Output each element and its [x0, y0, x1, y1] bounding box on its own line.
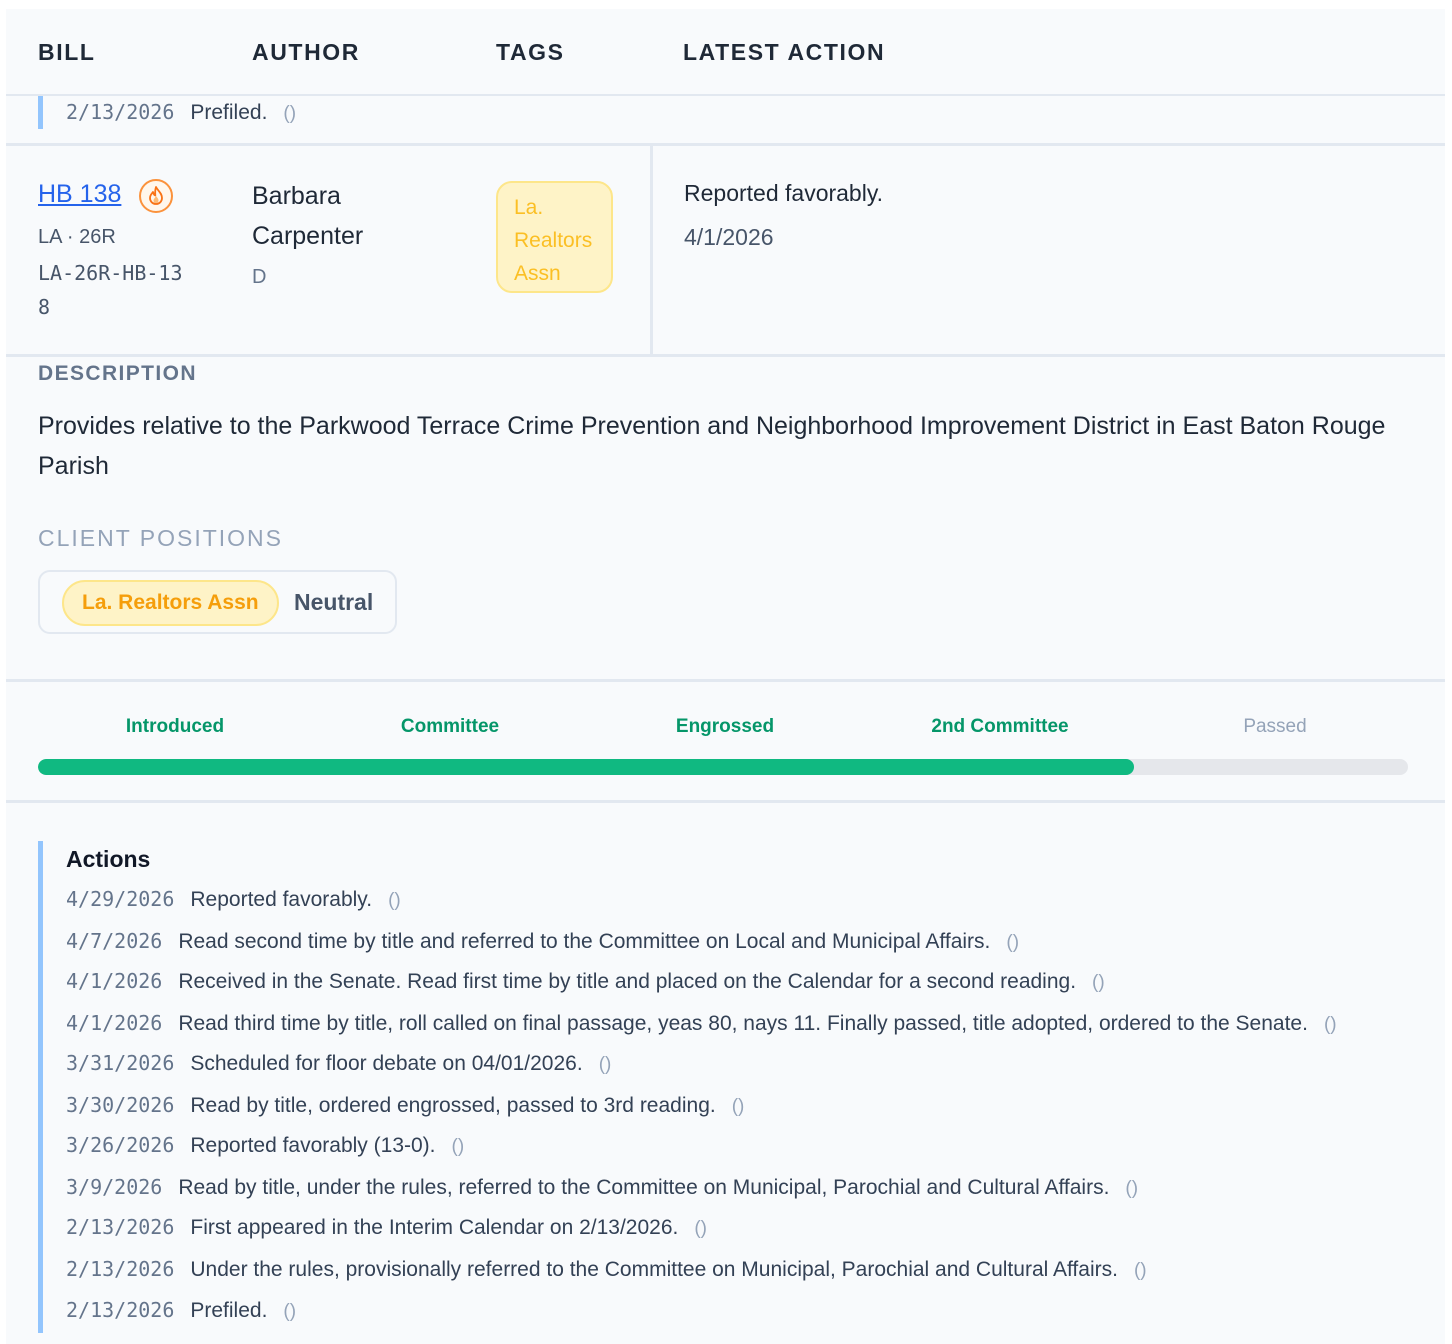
- fire-icon: [139, 179, 173, 213]
- action-source-link[interactable]: (): [1092, 972, 1105, 994]
- action-source-link[interactable]: (): [1006, 932, 1019, 954]
- bill-state-session: LA · 26R: [38, 226, 116, 248]
- action-text: Read by title, under the rules, referred…: [178, 1176, 1110, 1199]
- list-item: 4/1/2026 Received in the Senate. Read fi…: [66, 969, 1105, 994]
- latest-action-date: 4/1/2026: [684, 224, 774, 250]
- action-text: Read second time by title and referred t…: [178, 930, 991, 953]
- column-header-tags[interactable]: TAGS: [496, 39, 565, 66]
- action-source-link[interactable]: (): [1324, 1014, 1337, 1036]
- action-source-link[interactable]: (): [599, 1054, 612, 1076]
- column-header-bill[interactable]: BILL: [38, 39, 96, 66]
- action-date: 3/30/2026: [66, 1093, 175, 1117]
- previous-row-action: 2/13/2026 Prefiled. (): [6, 96, 1445, 146]
- list-item: 3/26/2026 Reported favorably (13-0). (): [66, 1133, 464, 1158]
- stage-committee: Committee: [400, 716, 500, 737]
- stage-second-committee: 2nd Committee: [931, 716, 1069, 737]
- action-text: Scheduled for floor debate on 04/01/2026…: [190, 1052, 583, 1075]
- bill-detail-panel: BILL AUTHOR TAGS LATEST ACTION 2/13/2026…: [6, 9, 1445, 1344]
- list-item: 4/1/2026 Read third time by title, roll …: [66, 1011, 1337, 1036]
- action-date: 4/1/2026: [66, 969, 163, 993]
- action-date: 2/13/2026: [66, 1257, 175, 1281]
- client-positions-label: CLIENT POSITIONS: [38, 525, 284, 551]
- list-item: 2/13/2026 Under the rules, provisionally…: [66, 1257, 1147, 1282]
- action-text: Under the rules, provisionally referred …: [190, 1258, 1118, 1281]
- action-text: Read by title, ordered engrossed, passed…: [190, 1094, 716, 1117]
- author-party: D: [252, 266, 267, 288]
- action-source-link[interactable]: (): [694, 1218, 707, 1240]
- latest-action-text: Reported favorably.: [684, 180, 884, 206]
- action-accent-bar: [38, 841, 43, 1333]
- stage-passed: Passed: [1243, 716, 1307, 737]
- action-source-link[interactable]: (): [1134, 1260, 1147, 1282]
- list-item: 3/30/2026 Read by title, ordered engross…: [66, 1093, 744, 1118]
- action-date: 3/9/2026: [66, 1175, 163, 1199]
- action-date: 2/13/2026: [66, 1215, 175, 1239]
- list-item: 3/31/2026 Scheduled for floor debate on …: [66, 1051, 611, 1076]
- action-date: 4/29/2026: [66, 887, 175, 911]
- column-header-latest-action[interactable]: LATEST ACTION: [683, 39, 885, 66]
- action-date: 4/7/2026: [66, 929, 163, 953]
- action-date: 2/13/2026: [66, 100, 175, 124]
- action-source-link[interactable]: (): [283, 103, 296, 125]
- list-item: 2/13/2026 Prefiled. (): [66, 1298, 296, 1323]
- bill-number-link[interactable]: HB 138: [38, 180, 121, 209]
- action-text: Prefiled.: [190, 1299, 268, 1322]
- client-tag[interactable]: La. Realtors Assn: [496, 181, 613, 293]
- action-text: Reported favorably (13-0).: [190, 1134, 436, 1157]
- action-source-link[interactable]: (): [452, 1136, 465, 1158]
- description-label: DESCRIPTION: [38, 362, 197, 385]
- list-item: 3/9/2026 Read by title, under the rules,…: [66, 1175, 1138, 1200]
- action-date: 3/31/2026: [66, 1051, 175, 1075]
- client-position-value: Neutral: [294, 589, 374, 615]
- stage-engrossed: Engrossed: [675, 716, 775, 737]
- action-text: First appeared in the Interim Calendar o…: [190, 1216, 679, 1239]
- client-position-card: La. Realtors Assn Neutral: [38, 570, 397, 634]
- action-source-link[interactable]: (): [283, 1301, 296, 1323]
- bill-progress: Introduced Committee Engrossed 2nd Commi…: [6, 679, 1445, 803]
- action-date: 3/26/2026: [66, 1133, 175, 1157]
- client-position-client[interactable]: La. Realtors Assn: [62, 580, 279, 626]
- action-text: Reported favorably.: [190, 888, 373, 911]
- actions-title: Actions: [66, 846, 151, 872]
- action-source-link[interactable]: (): [732, 1096, 745, 1118]
- action-date: 2/13/2026: [66, 1298, 175, 1322]
- list-item: 2/13/2026 First appeared in the Interim …: [66, 1215, 707, 1240]
- column-divider: [650, 146, 653, 354]
- bill-full-id: LA-26R-HB-138: [38, 261, 183, 319]
- action-source-link[interactable]: (): [1125, 1178, 1138, 1200]
- column-header-author[interactable]: AUTHOR: [252, 39, 360, 66]
- action-date: 4/1/2026: [66, 1011, 163, 1035]
- action-text: Received in the Senate. Read first time …: [178, 970, 1077, 993]
- list-item: 4/7/2026 Read second time by title and r…: [66, 929, 1019, 954]
- progress-track: [38, 759, 1408, 775]
- list-item: 4/29/2026 Reported favorably. (): [66, 887, 401, 912]
- action-text: Prefiled.: [190, 101, 268, 124]
- action-source-link[interactable]: (): [388, 890, 401, 912]
- table-header: BILL AUTHOR TAGS LATEST ACTION: [6, 9, 1445, 96]
- action-accent-bar: [38, 96, 43, 129]
- stage-introduced: Introduced: [125, 716, 225, 737]
- table-row[interactable]: HB 138 LA · 26R LA-26R-HB-138 Barbara Ca…: [6, 146, 1445, 357]
- action-text: Read third time by title, roll called on…: [178, 1012, 1308, 1035]
- progress-fill: [38, 759, 1134, 775]
- author-name: Barbara Carpenter: [252, 182, 364, 250]
- description-text: Provides relative to the Parkwood Terrac…: [38, 412, 1386, 480]
- list-item: 2/13/2026 Prefiled. (): [66, 100, 296, 125]
